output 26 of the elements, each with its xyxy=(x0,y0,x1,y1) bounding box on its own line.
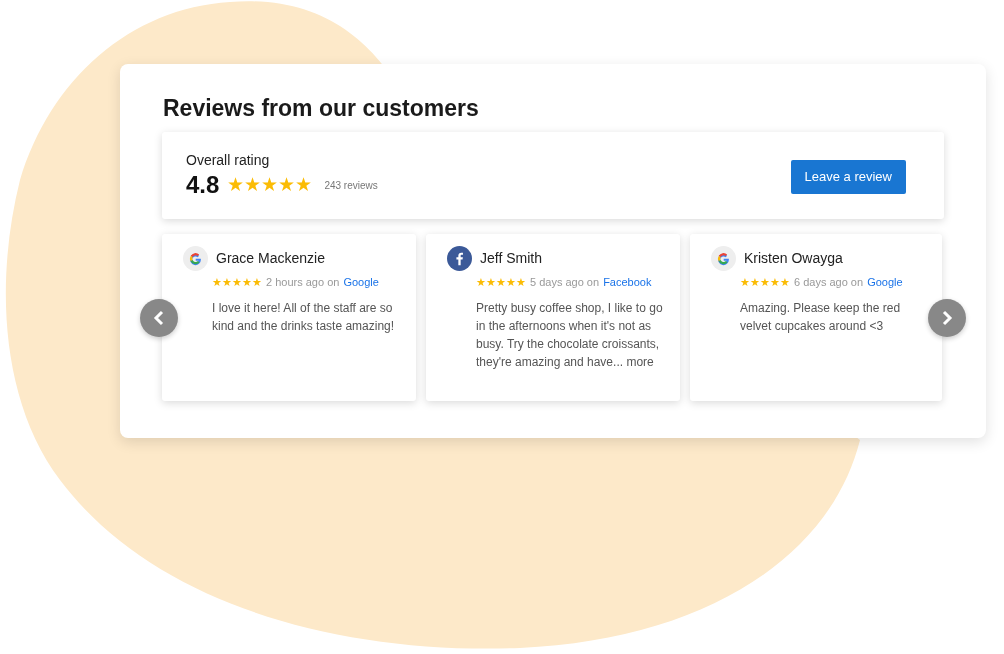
star-rating: ★★★★★ xyxy=(212,275,262,290)
review-count: 243 reviews xyxy=(324,178,378,193)
google-logo-icon xyxy=(711,246,736,271)
star-rating: ★★★★★ xyxy=(227,173,313,197)
review-time: 6 days ago on xyxy=(794,275,864,290)
rating-label: Overall rating xyxy=(186,151,271,170)
section-title: Reviews from our customers xyxy=(163,94,480,122)
review-time: 2 hours ago on xyxy=(266,275,340,290)
google-logo-icon xyxy=(183,246,208,271)
chevron-left-icon xyxy=(152,310,166,326)
review-time: 5 days ago on xyxy=(530,275,600,290)
review-text: Amazing. Please keep the red velvet cupcakes around <3 xyxy=(740,299,902,335)
star-rating: ★★★★★ xyxy=(740,275,790,290)
leave-review-button[interactable]: Leave a review xyxy=(790,160,906,194)
star-rating: ★★★★★ xyxy=(476,275,526,290)
source-link[interactable]: Facebook xyxy=(603,274,652,291)
reviewer-name: Kristen Owayga xyxy=(744,249,843,268)
rating-score: 4.8 xyxy=(186,171,220,200)
chevron-right-icon xyxy=(940,310,954,326)
source-link[interactable]: Google xyxy=(867,274,903,291)
review-text: I love it here! All of the staff are so kind and the drinks taste amazing! xyxy=(212,299,396,335)
source-link[interactable]: Google xyxy=(343,274,379,291)
reviewer-name: Jeff Smith xyxy=(480,249,542,268)
reviewer-name: Grace Mackenzie xyxy=(216,249,325,268)
facebook-logo-icon xyxy=(447,246,472,271)
review-text: Pretty busy coffee shop, I like to go in the afternoons when it's not as busy. Try the chocolate croissants, they're amazing and have... more xyxy=(476,299,664,371)
